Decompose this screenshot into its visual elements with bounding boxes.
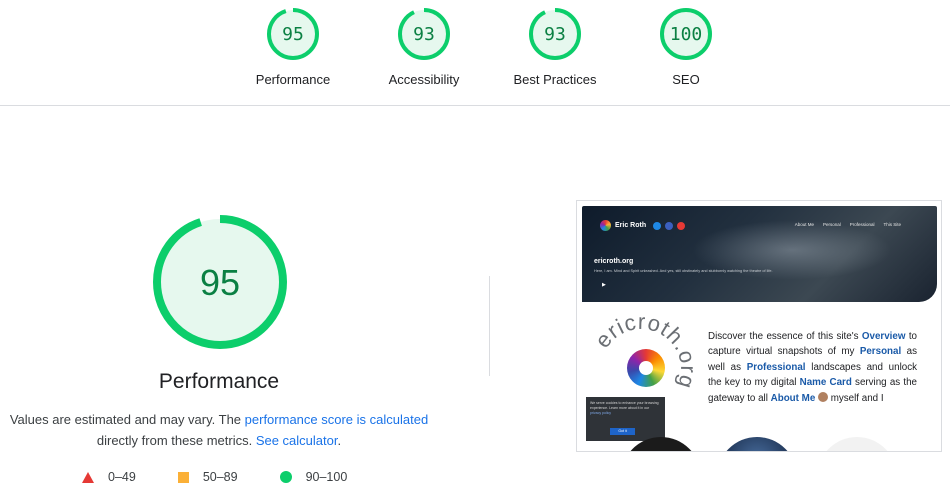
color-wheel-icon — [627, 349, 665, 387]
gauge-ring: 93 — [529, 8, 581, 60]
scores-summary: 95 Performance 93 Accessibility 93 Best … — [0, 0, 950, 106]
privacy-link: privacy policy — [590, 411, 612, 415]
legend-range: 0–49 — [108, 470, 136, 484]
avatar — [818, 391, 828, 402]
performance-score: 95 — [200, 262, 240, 303]
about-link: Overview — [861, 331, 906, 342]
gauge-accessibility[interactable]: 93 Accessibility — [369, 6, 479, 87]
facebook-icon — [653, 221, 662, 230]
vertical-divider — [489, 276, 490, 376]
nav-item: This Site — [883, 222, 901, 227]
circle-image — [817, 437, 897, 451]
score-legend: 0–49 50–89 90–100 — [82, 470, 389, 484]
legend-item-average: 50–89 — [177, 470, 238, 484]
nav-item: Personal — [822, 222, 841, 227]
performance-description: Values are estimated and may vary. The p… — [0, 409, 438, 451]
screenshot-hero: Eric Roth About Me Personal Professional… — [582, 206, 937, 302]
green-circle-icon — [279, 471, 292, 483]
gauge-label: Best Practices — [513, 72, 597, 87]
gauge-score: 93 — [413, 24, 435, 45]
youtube-icon — [677, 221, 686, 230]
performance-title: Performance — [158, 370, 280, 393]
gauge-score: 93 — [544, 24, 566, 45]
legend-item-pass: 90–100 — [279, 470, 348, 484]
gauge-ring: 93 — [398, 8, 450, 60]
gauge-score: 95 — [282, 24, 304, 45]
gauge-best-practices[interactable]: 93 Best Practices — [500, 6, 610, 87]
circle-image — [717, 437, 797, 451]
see-calculator-link[interactable]: See calculator — [256, 433, 338, 448]
red-triangle-icon — [82, 471, 94, 483]
gauge-seo[interactable]: 100 SEO — [631, 6, 741, 87]
play-icon: ▶ — [602, 282, 606, 288]
about-text: Discover the essence of this site's — [708, 331, 862, 342]
hero-text: Here, I am. Mind and Spirit unleashed. A… — [594, 269, 773, 273]
performance-gauge: 95 — [150, 212, 290, 352]
linkedin-icon — [665, 221, 674, 230]
desc-text: Values are estimated and may vary. The — [9, 412, 245, 427]
final-screenshot[interactable]: Eric Roth About Me Personal Professional… — [576, 200, 942, 452]
screenshot-brand: Eric Roth — [600, 220, 686, 231]
score-calculated-link[interactable]: performance score is calculated — [245, 412, 429, 427]
hero-title: ericroth.org — [594, 258, 634, 265]
gauge-ring: 95 — [267, 8, 319, 60]
screenshot-about-text: Discover the essence of this site's Over… — [708, 329, 917, 406]
about-link: Personal — [859, 346, 902, 358]
gauge-label: Performance — [255, 72, 331, 87]
logo-icon — [600, 220, 611, 231]
desc-text: directly from these metrics. — [96, 433, 256, 448]
cookie-text: We serve cookies to enhance your browsin… — [590, 401, 661, 416]
gauge-performance[interactable]: 95 Performance — [238, 6, 348, 87]
legend-item-fail: 0–49 — [82, 470, 136, 484]
legend-range: 90–100 — [305, 470, 348, 484]
nav-item: About Me — [794, 222, 814, 227]
about-link: Name Card — [799, 377, 852, 389]
legend-range: 50–89 — [202, 470, 238, 484]
brand-name: Eric Roth — [615, 222, 647, 229]
gauge-label: SEO — [672, 72, 700, 87]
gauge-score: 100 — [670, 24, 703, 45]
nav-item: Professional — [849, 222, 875, 227]
cookie-message: We serve cookies to enhance your browsin… — [590, 401, 659, 410]
gauge-label: Accessibility — [388, 72, 460, 87]
about-text: myself and I — [828, 392, 884, 404]
screenshot-nav: About Me Personal Professional This Site — [795, 222, 901, 227]
performance-gauge-ring: 95 — [153, 215, 287, 349]
cookie-accept-button: Got it — [610, 428, 635, 435]
gauge-ring: 100 — [660, 8, 712, 60]
about-link: Professional — [746, 361, 806, 373]
desc-text: . — [337, 433, 342, 448]
about-link: About Me — [770, 392, 816, 404]
orange-square-icon — [177, 471, 189, 483]
cookie-banner: We serve cookies to enhance your browsin… — [586, 397, 665, 441]
